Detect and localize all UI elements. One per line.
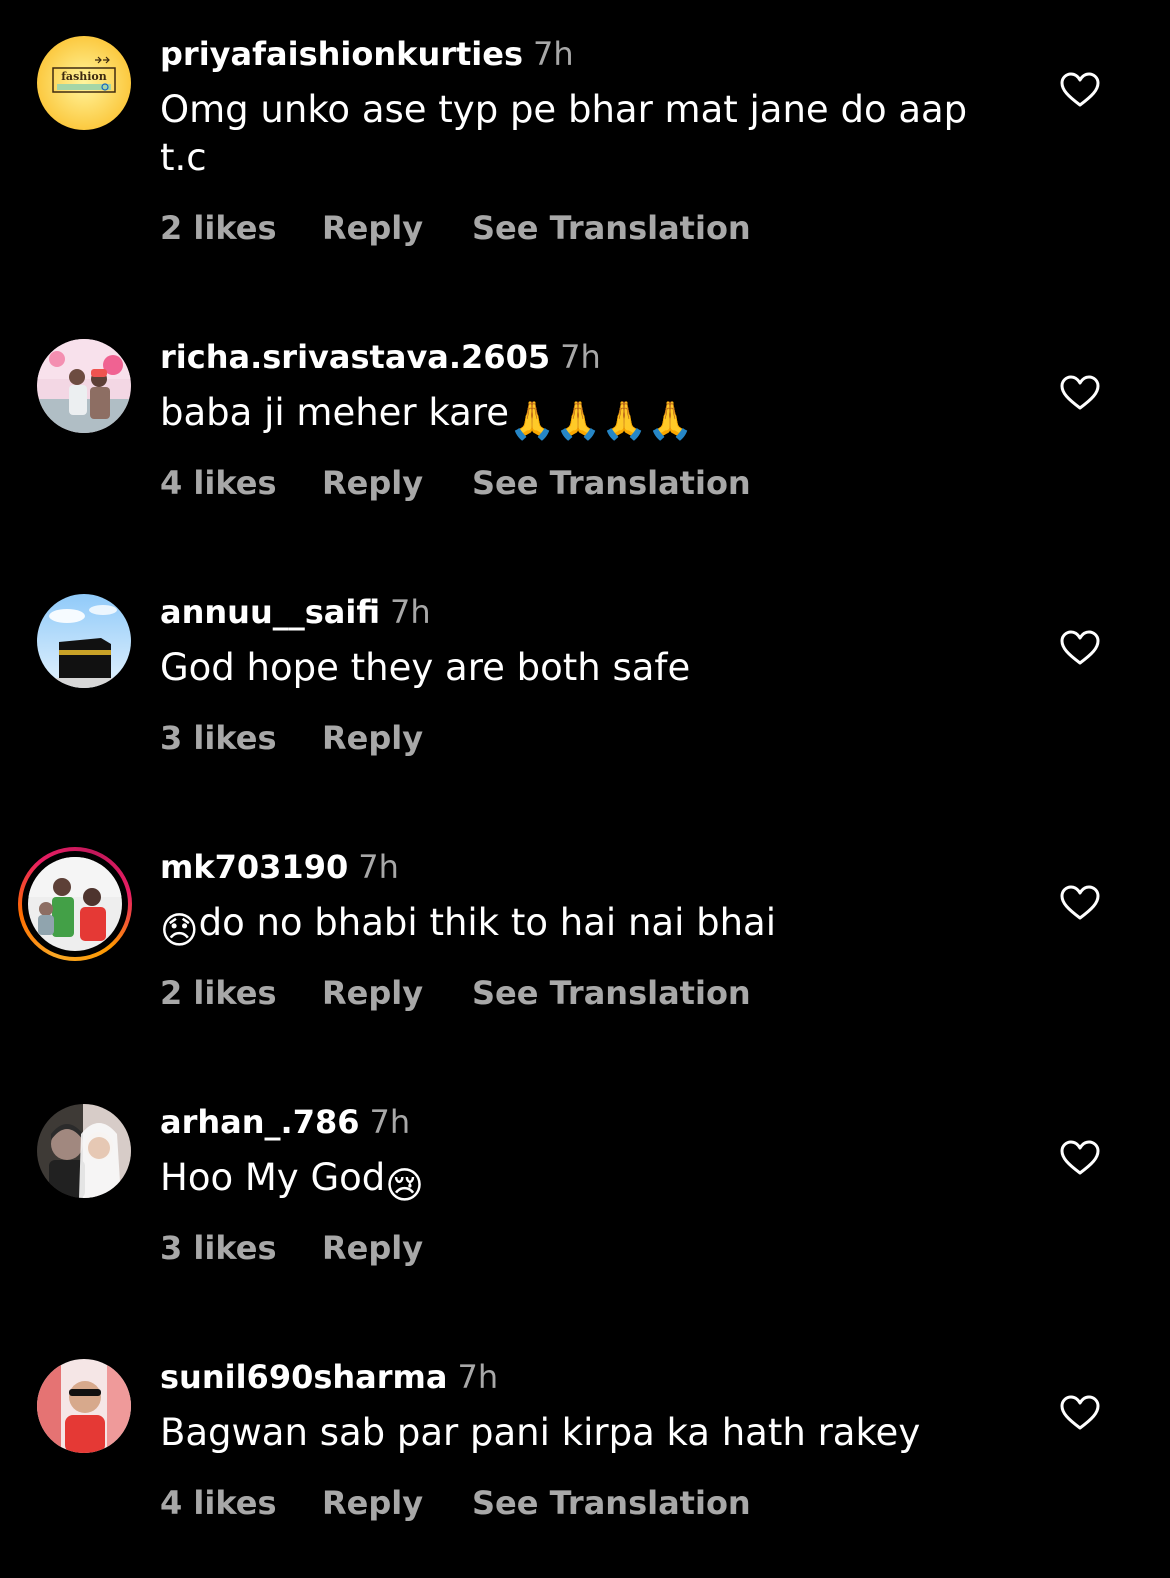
- timestamp: 7h: [390, 593, 431, 631]
- avatar[interactable]: [37, 1104, 131, 1198]
- likes-count[interactable]: 4 likes: [160, 1483, 322, 1523]
- heart-outline-icon[interactable]: [1060, 885, 1100, 921]
- comment-text-body: baba ji meher kare: [160, 391, 510, 434]
- likes-count[interactable]: 4 likes: [160, 463, 322, 503]
- comment-3: annuu__saifi 7h God hope they are both sa…: [0, 558, 1170, 813]
- comment-meta: annuu__saifi 7h: [160, 592, 431, 632]
- comment-text: Hoo My God😢: [160, 1154, 1020, 1210]
- comment-text-body: Hoo My God: [160, 1156, 386, 1199]
- comment-actions: 2 likes Reply See Translation: [160, 973, 751, 1013]
- see-translation-button[interactable]: See Translation: [472, 208, 751, 248]
- disappointed-face-emoji: 😞: [160, 909, 199, 952]
- comment-actions: 3 likes Reply: [160, 718, 472, 758]
- avatar[interactable]: fashion: [37, 36, 131, 130]
- comment-text: 😞do no bhabi thik to hai nai bhai: [160, 899, 1020, 955]
- avatar-story-ring[interactable]: [18, 847, 132, 961]
- comment-meta: richa.srivastava.2605 7h: [160, 337, 601, 377]
- comment-text-body: Bagwan sab par pani kirpa ka hath rakey: [160, 1411, 921, 1454]
- comment-text-body: God hope they are both safe: [160, 646, 691, 689]
- comment-meta: priyafaishionkurties 7h: [160, 34, 574, 74]
- username[interactable]: priyafaishionkurties: [160, 35, 523, 73]
- likes-count[interactable]: 2 likes: [160, 208, 322, 248]
- comment-text: Omg unko ase typ pe bhar mat jane do aap…: [160, 86, 1020, 182]
- avatar[interactable]: [37, 594, 131, 688]
- reply-button[interactable]: Reply: [322, 1228, 472, 1268]
- folded-hands-emoji: 🙏🙏🙏🙏: [509, 399, 694, 442]
- comment-actions: 3 likes Reply: [160, 1228, 472, 1268]
- comment-2: richa.srivastava.2605 7h baba ji meher ka…: [0, 303, 1170, 558]
- comment-meta: arhan_.786 7h: [160, 1102, 410, 1142]
- comment-meta: mk703190 7h: [160, 847, 399, 887]
- timestamp: 7h: [533, 35, 574, 73]
- reply-button[interactable]: Reply: [322, 463, 472, 503]
- reply-button[interactable]: Reply: [322, 973, 472, 1013]
- see-translation-button[interactable]: See Translation: [472, 973, 751, 1013]
- comment-1: fashion priyafaishionkurties 7h Omg unko …: [0, 0, 1170, 255]
- comment-text-body: do no bhabi thik to hai nai bhai: [198, 901, 776, 944]
- avatar[interactable]: [37, 339, 131, 433]
- username[interactable]: sunil690sharma: [160, 1358, 447, 1396]
- avatar: [28, 857, 122, 951]
- timestamp: 7h: [369, 1103, 411, 1141]
- username[interactable]: richa.srivastava.2605: [160, 338, 550, 376]
- reply-button[interactable]: Reply: [322, 208, 472, 248]
- see-translation-button[interactable]: See Translation: [472, 463, 751, 503]
- comment-meta: sunil690sharma 7h: [160, 1357, 498, 1397]
- likes-count[interactable]: 3 likes: [160, 1228, 322, 1268]
- timestamp: 7h: [457, 1358, 499, 1396]
- comment-5: arhan_.786 7h Hoo My God😢 3 likes Reply: [0, 1068, 1170, 1323]
- comment-4: mk703190 7h 😞do no bhabi thik to hai nai …: [0, 813, 1170, 1068]
- timestamp: 7h: [560, 338, 601, 376]
- crying-face-emoji: 😢: [385, 1164, 424, 1207]
- likes-count[interactable]: 2 likes: [160, 973, 322, 1013]
- heart-outline-icon[interactable]: [1060, 375, 1100, 411]
- comment-actions: 4 likes Reply See Translation: [160, 463, 751, 503]
- heart-outline-icon[interactable]: [1060, 72, 1100, 108]
- heart-outline-icon[interactable]: [1060, 1395, 1100, 1431]
- likes-count[interactable]: 3 likes: [160, 718, 322, 758]
- avatar[interactable]: [37, 1359, 131, 1453]
- comment-actions: 4 likes Reply See Translation: [160, 1483, 751, 1523]
- see-translation-button[interactable]: See Translation: [472, 1483, 751, 1523]
- heart-outline-icon[interactable]: [1060, 1140, 1100, 1176]
- username[interactable]: mk703190: [160, 848, 348, 886]
- reply-button[interactable]: Reply: [322, 718, 472, 758]
- heart-outline-icon[interactable]: [1060, 630, 1100, 666]
- username[interactable]: annuu__saifi: [160, 593, 380, 631]
- timestamp: 7h: [358, 848, 399, 886]
- reply-button[interactable]: Reply: [322, 1483, 472, 1523]
- comment-6: sunil690sharma 7h Bagwan sab par pani kir…: [0, 1323, 1170, 1578]
- comment-actions: 2 likes Reply See Translation: [160, 208, 751, 248]
- comment-text: baba ji meher kare🙏🙏🙏🙏: [160, 389, 1020, 445]
- comment-text-body: Omg unko ase typ pe bhar mat jane do aap…: [160, 88, 968, 179]
- username[interactable]: arhan_.786: [160, 1103, 359, 1141]
- svg-text:fashion: fashion: [61, 70, 107, 83]
- comment-text: Bagwan sab par pani kirpa ka hath rakey: [160, 1409, 1020, 1457]
- comment-text: God hope they are both safe: [160, 644, 1020, 692]
